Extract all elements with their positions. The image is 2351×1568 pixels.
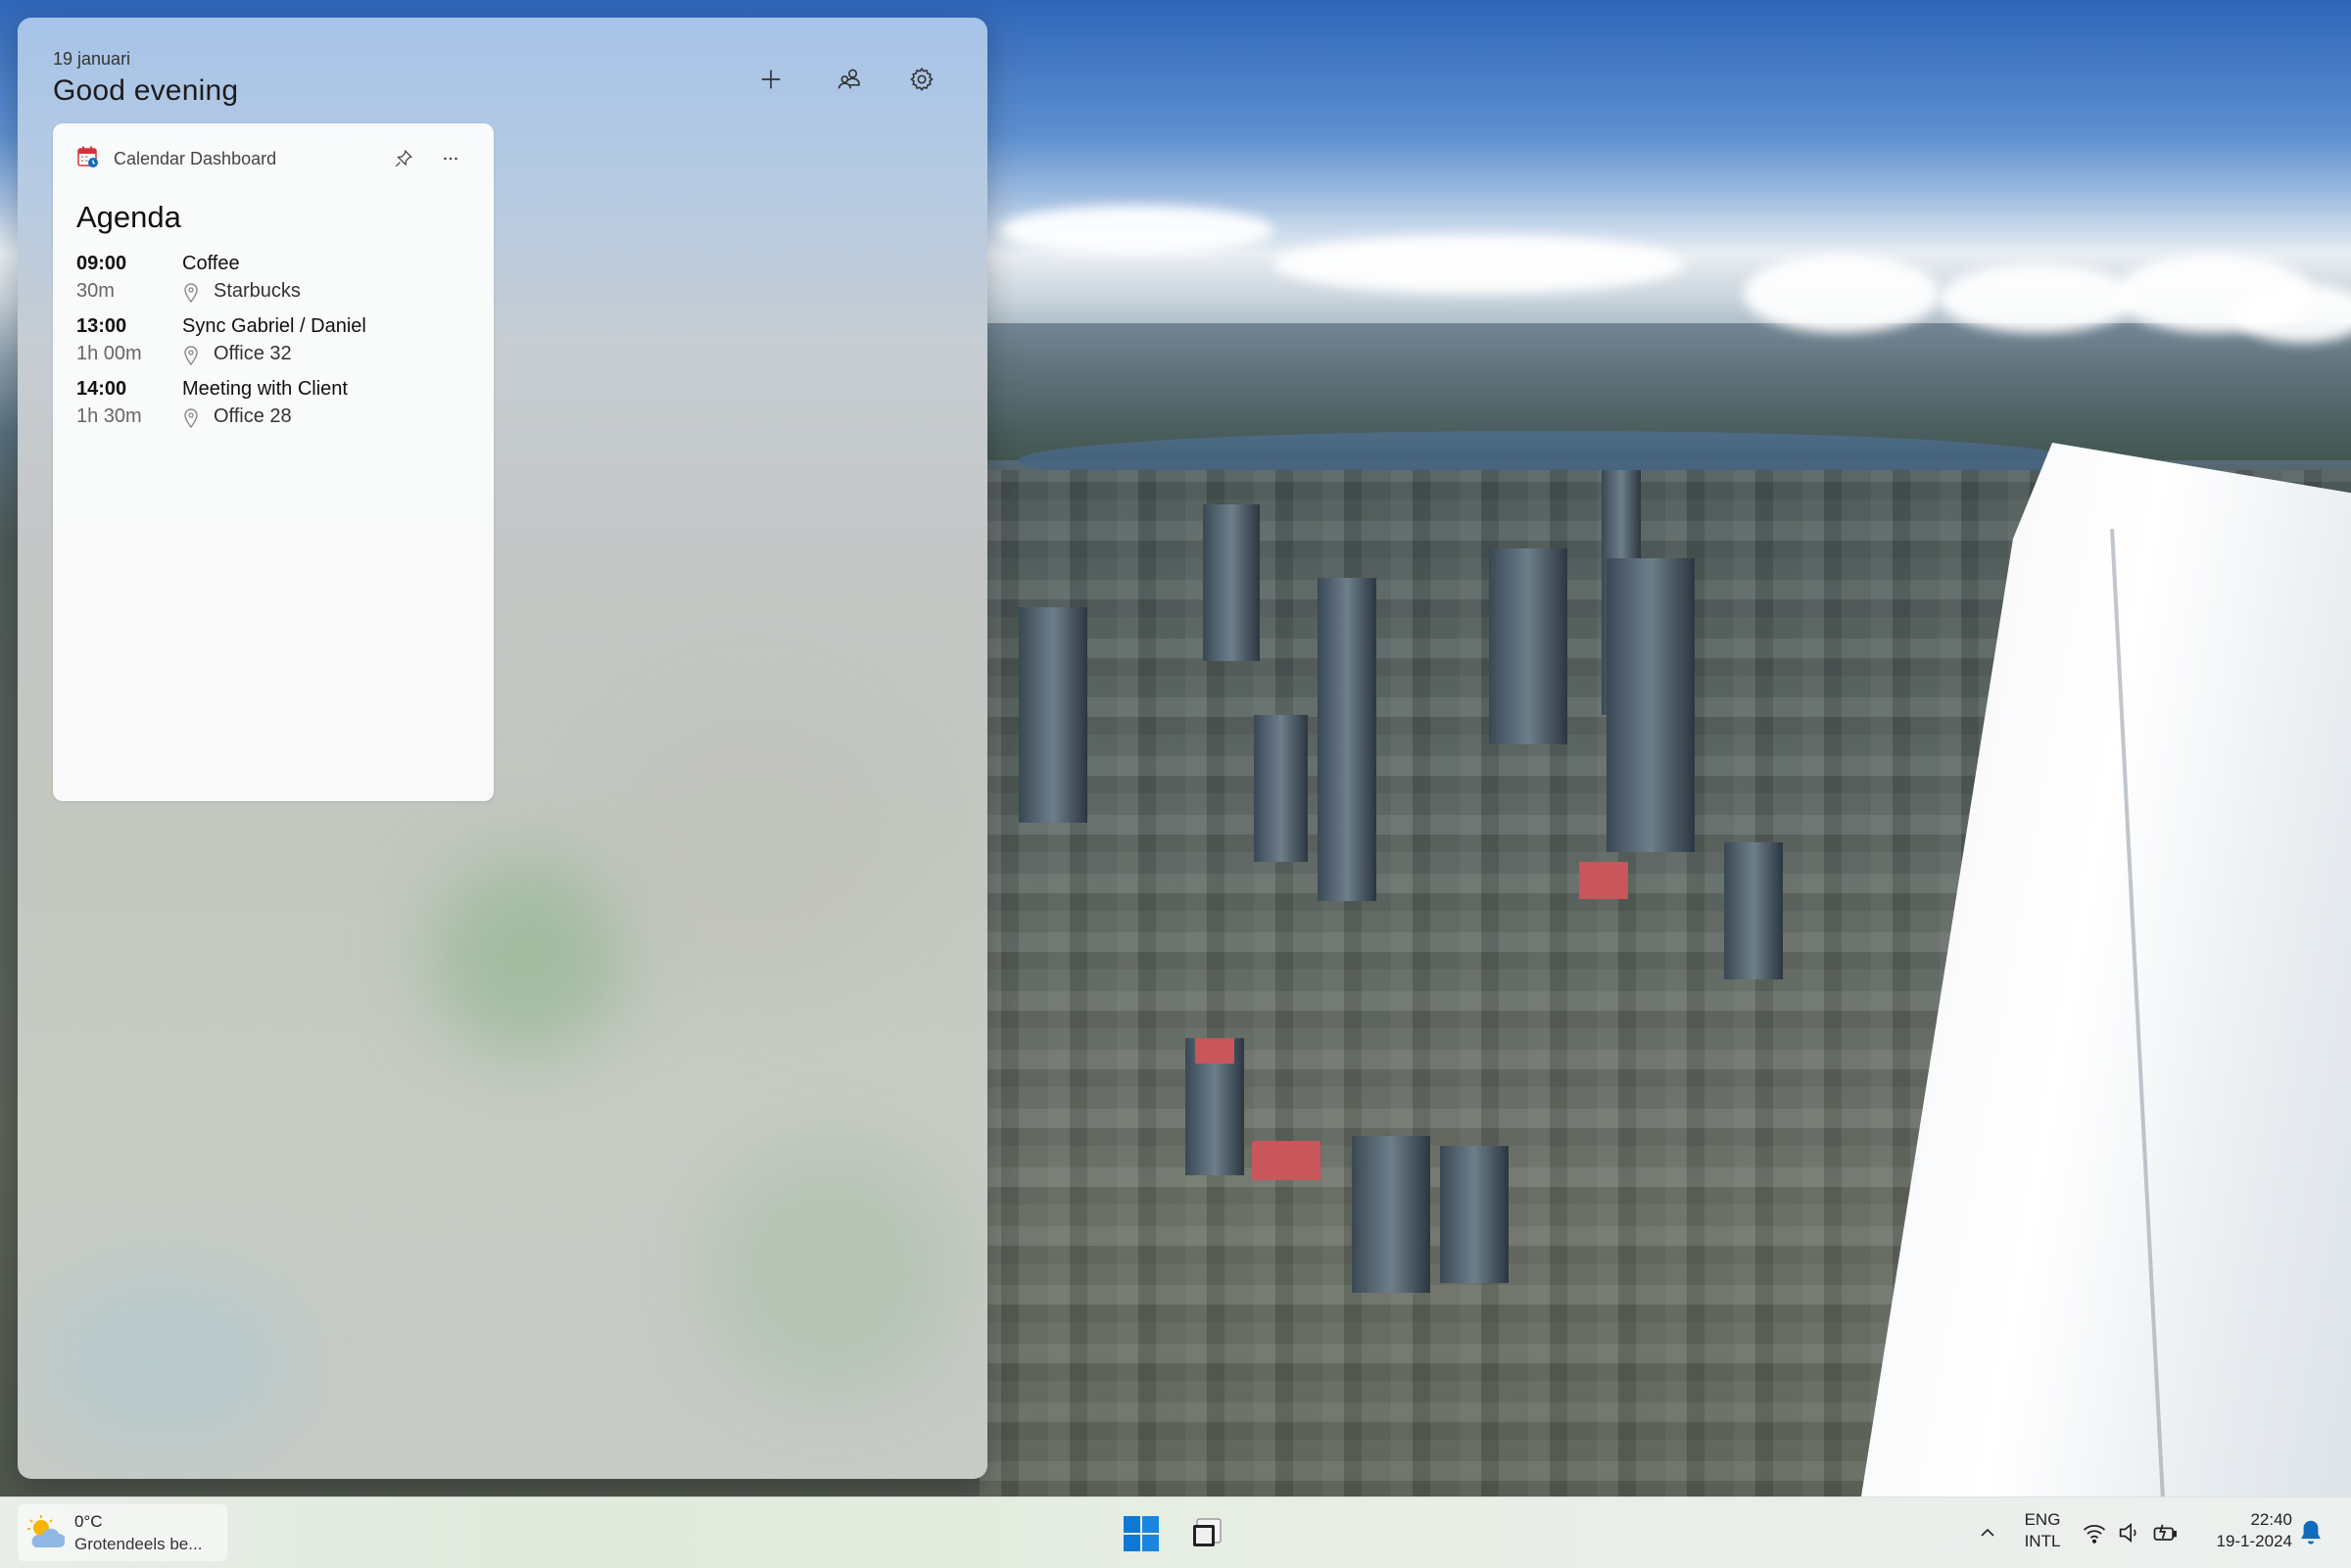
event-duration: 1h 00m xyxy=(76,343,142,364)
event-location: Starbucks xyxy=(214,280,301,302)
clock-time: 22:40 xyxy=(2250,1510,2292,1529)
partly-cloudy-icon xyxy=(27,1515,65,1547)
pin-widget-button[interactable] xyxy=(386,141,421,176)
event-title: Coffee xyxy=(182,253,240,274)
weather-widget-button[interactable]: 0°C Grotendeels be... xyxy=(18,1504,227,1561)
agenda-event[interactable]: 13:00 1h 00m Sync Gabriel / Daniel Offic… xyxy=(76,313,478,376)
widget-app-name: Calendar Dashboard xyxy=(114,149,277,168)
plus-icon xyxy=(761,70,781,89)
location-pin-icon xyxy=(184,283,198,304)
weather-description: Grotendeels be... xyxy=(74,1535,203,1553)
chevron-up-icon xyxy=(1981,1528,1994,1537)
gear-icon xyxy=(910,67,934,92)
pin-icon xyxy=(395,149,412,167)
location-pin-icon xyxy=(184,408,198,429)
clock-button[interactable]: 22:40 19-1-2024 xyxy=(2194,1509,2292,1552)
event-time: 14:00 xyxy=(76,378,127,400)
agenda-list: 09:00 30m Coffee Starbucks 13:00 1h 00m … xyxy=(76,251,478,439)
wifi-icon xyxy=(2083,1524,2106,1544)
widgets-app-icon[interactable] xyxy=(1189,1515,1224,1550)
people-button[interactable] xyxy=(827,57,872,102)
calendar-widget[interactable]: Calendar Dashboard Agenda 09:00 30m Coff… xyxy=(53,123,494,801)
event-duration: 30m xyxy=(76,280,115,302)
settings-button[interactable] xyxy=(899,57,944,102)
calendar-icon xyxy=(77,146,98,167)
board-date: 19 januari xyxy=(53,49,131,69)
event-time: 09:00 xyxy=(76,253,127,274)
people-icon xyxy=(838,69,860,89)
board-greeting: Good evening xyxy=(53,74,239,107)
taskbar: 0°C Grotendeels be... ENG INTL 22:40 19-… xyxy=(0,1497,2351,1568)
event-duration: 1h 30m xyxy=(76,405,142,427)
event-location: Office 28 xyxy=(214,405,292,427)
event-title: Sync Gabriel / Daniel xyxy=(182,315,366,337)
add-widget-button[interactable] xyxy=(748,57,793,102)
volume-icon xyxy=(2119,1523,2136,1543)
language-code: ENG xyxy=(2024,1510,2061,1529)
quick-settings-button[interactable] xyxy=(2081,1517,2188,1548)
more-icon xyxy=(444,157,457,161)
widget-more-button[interactable] xyxy=(433,141,468,176)
weather-temperature: 0°C xyxy=(74,1512,103,1531)
show-hidden-icons-button[interactable] xyxy=(1973,1515,2002,1550)
clock-date: 19-1-2024 xyxy=(2216,1532,2292,1550)
event-time: 13:00 xyxy=(76,315,127,337)
agenda-event[interactable]: 14:00 1h 30m Meeting with Client Office … xyxy=(76,376,478,439)
keyboard-layout: INTL xyxy=(2024,1532,2061,1550)
input-language-button[interactable]: ENG INTL xyxy=(2018,1509,2067,1552)
battery-icon xyxy=(2153,1524,2177,1541)
location-pin-icon xyxy=(184,346,198,366)
agenda-event[interactable]: 09:00 30m Coffee Starbucks xyxy=(76,251,478,313)
widget-title: Agenda xyxy=(76,200,181,234)
widgets-board: 19 januari Good evening Calendar Dashboa… xyxy=(18,18,987,1479)
event-location: Office 32 xyxy=(214,343,292,364)
windows-start-icon[interactable] xyxy=(1123,1515,1160,1552)
bell-icon[interactable] xyxy=(2296,1517,2326,1548)
event-title: Meeting with Client xyxy=(182,378,348,400)
